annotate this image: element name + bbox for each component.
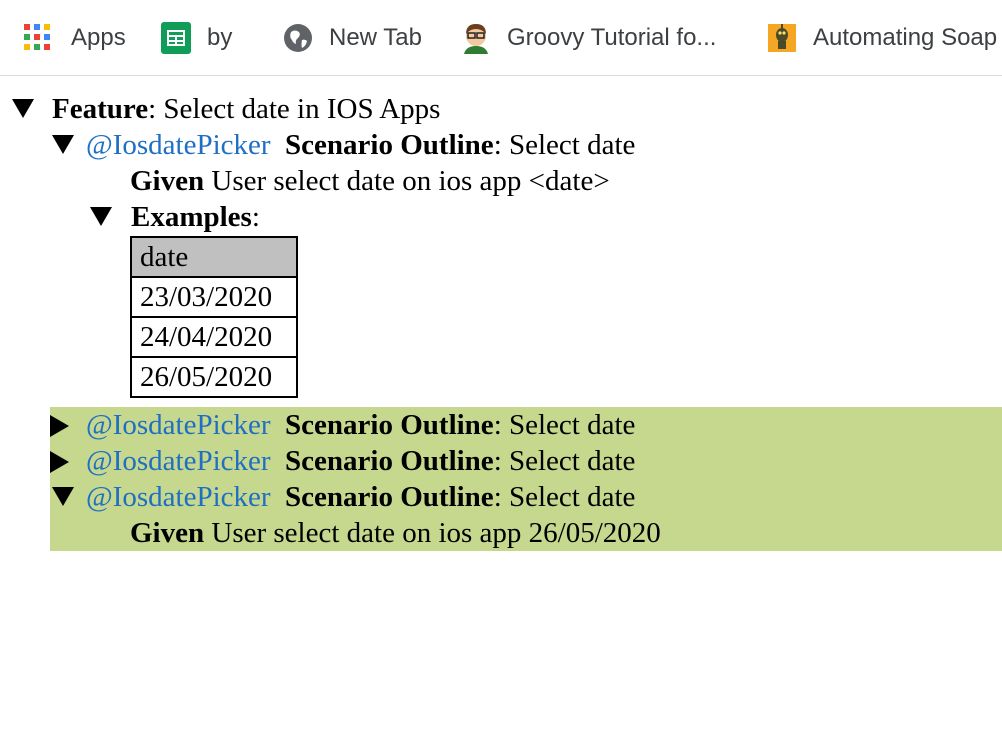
scenario-collapsed-triangle-icon[interactable] <box>50 443 74 479</box>
scenario-title: @IosdatePicker Scenario Outline: Select … <box>86 407 635 443</box>
scenario-collapsed-triangle-icon[interactable] <box>50 407 74 443</box>
step-keyword: Given <box>130 165 205 197</box>
bookmark-label: New Tab <box>329 23 422 51</box>
examples-table: date 23/03/2020 24/04/2020 26/05/2020 <box>130 236 298 398</box>
scenario-name: : Select date <box>493 481 636 513</box>
table-row: 23/03/2020 <box>130 276 298 318</box>
table-row: 24/04/2020 <box>130 316 298 358</box>
scenario-step-row: Given User select date on ios app 26/05/… <box>50 515 1002 551</box>
scenario-name: : Select date <box>493 409 636 441</box>
examples-expanded-triangle-icon[interactable] <box>90 199 114 235</box>
avatar-icon <box>460 22 492 54</box>
outline-step-row: Given User select date on ios app <date> <box>0 163 1002 199</box>
examples-heading: Examples: <box>131 199 260 235</box>
scenario-tag[interactable]: @IosdatePicker <box>86 445 271 477</box>
apps-grid-icon <box>24 22 56 54</box>
outline-keyword: Scenario Outline <box>285 129 494 161</box>
scenario-expanded-triangle-icon[interactable] <box>52 479 76 515</box>
table-cell: 24/04/2020 <box>130 316 298 358</box>
scenario-row: @IosdatePicker Scenario Outline: Select … <box>50 479 1002 515</box>
scenario-tag[interactable]: @IosdatePicker <box>86 409 271 441</box>
table-header-cell: date <box>130 236 298 278</box>
feature-name: : Select date in IOS Apps <box>148 93 441 125</box>
scenario-row: @IosdatePicker Scenario Outline: Select … <box>50 407 1002 443</box>
scenario-title: @IosdatePicker Scenario Outline: Select … <box>86 479 635 515</box>
sheets-icon <box>160 21 192 54</box>
scenario-keyword: Scenario Outline <box>285 409 494 441</box>
table-header-row: date <box>130 236 298 278</box>
examples-suffix: : <box>251 201 260 233</box>
outline-title: @IosdatePicker Scenario Outline: Select … <box>86 127 635 163</box>
step-text: User select date on ios app <date> <box>204 165 610 197</box>
bookmark-label: by <box>207 23 233 51</box>
scenario-row: @IosdatePicker Scenario Outline: Select … <box>50 443 1002 479</box>
feature-title: Feature: Select date in IOS Apps <box>52 91 440 127</box>
feature-row: Feature: Select date in IOS Apps <box>0 91 1002 127</box>
scenario-results-block: @IosdatePicker Scenario Outline: Select … <box>50 407 1002 551</box>
examples-keyword: Examples <box>131 201 252 233</box>
bookmark-automating-soap[interactable]: Automating Soap <box>766 0 997 75</box>
scenario-outline-row: @IosdatePicker Scenario Outline: Select … <box>0 127 1002 163</box>
scenario-tag[interactable]: @IosdatePicker <box>86 129 271 161</box>
outline-expanded-triangle-icon[interactable] <box>52 127 76 163</box>
step-keyword: Given <box>130 517 205 549</box>
examples-row: Examples: <box>0 199 1002 235</box>
outline-step: Given User select date on ios app <date> <box>130 163 610 199</box>
bookmark-new-tab[interactable]: New Tab <box>282 0 422 75</box>
table-cell: 23/03/2020 <box>130 276 298 318</box>
globe-icon <box>282 22 314 54</box>
scenario-step: Given User select date on ios app 26/05/… <box>130 515 661 551</box>
bookmark-groovy-tutorial[interactable]: Groovy Tutorial fo... <box>460 0 716 75</box>
feature-keyword: Feature <box>52 93 149 125</box>
cucumber-report: Feature: Select date in IOS Apps @Iosdat… <box>0 91 1002 551</box>
scenario-title: @IosdatePicker Scenario Outline: Select … <box>86 443 635 479</box>
feature-expanded-triangle-icon[interactable] <box>12 91 36 127</box>
scenario-keyword: Scenario Outline <box>285 445 494 477</box>
scenario-tag[interactable]: @IosdatePicker <box>86 481 271 513</box>
scenario-keyword: Scenario Outline <box>285 481 494 513</box>
bookmark-by[interactable]: by <box>160 0 232 75</box>
bookmark-label: Automating Soap <box>813 23 998 51</box>
table-cell: 26/05/2020 <box>130 356 298 398</box>
table-row: 26/05/2020 <box>130 356 298 398</box>
bookmark-label: Groovy Tutorial fo... <box>507 23 717 51</box>
outline-name: : Select date <box>493 129 636 161</box>
bookmark-label: Apps <box>71 23 126 51</box>
robot-icon <box>766 22 798 54</box>
bookmarks-bar: Apps by New Tab Groovy Tutorial fo... Au… <box>0 0 1002 76</box>
scenario-name: : Select date <box>493 445 636 477</box>
step-text: User select date on ios app 26/05/2020 <box>204 517 661 549</box>
bookmark-apps[interactable]: Apps <box>24 0 126 75</box>
